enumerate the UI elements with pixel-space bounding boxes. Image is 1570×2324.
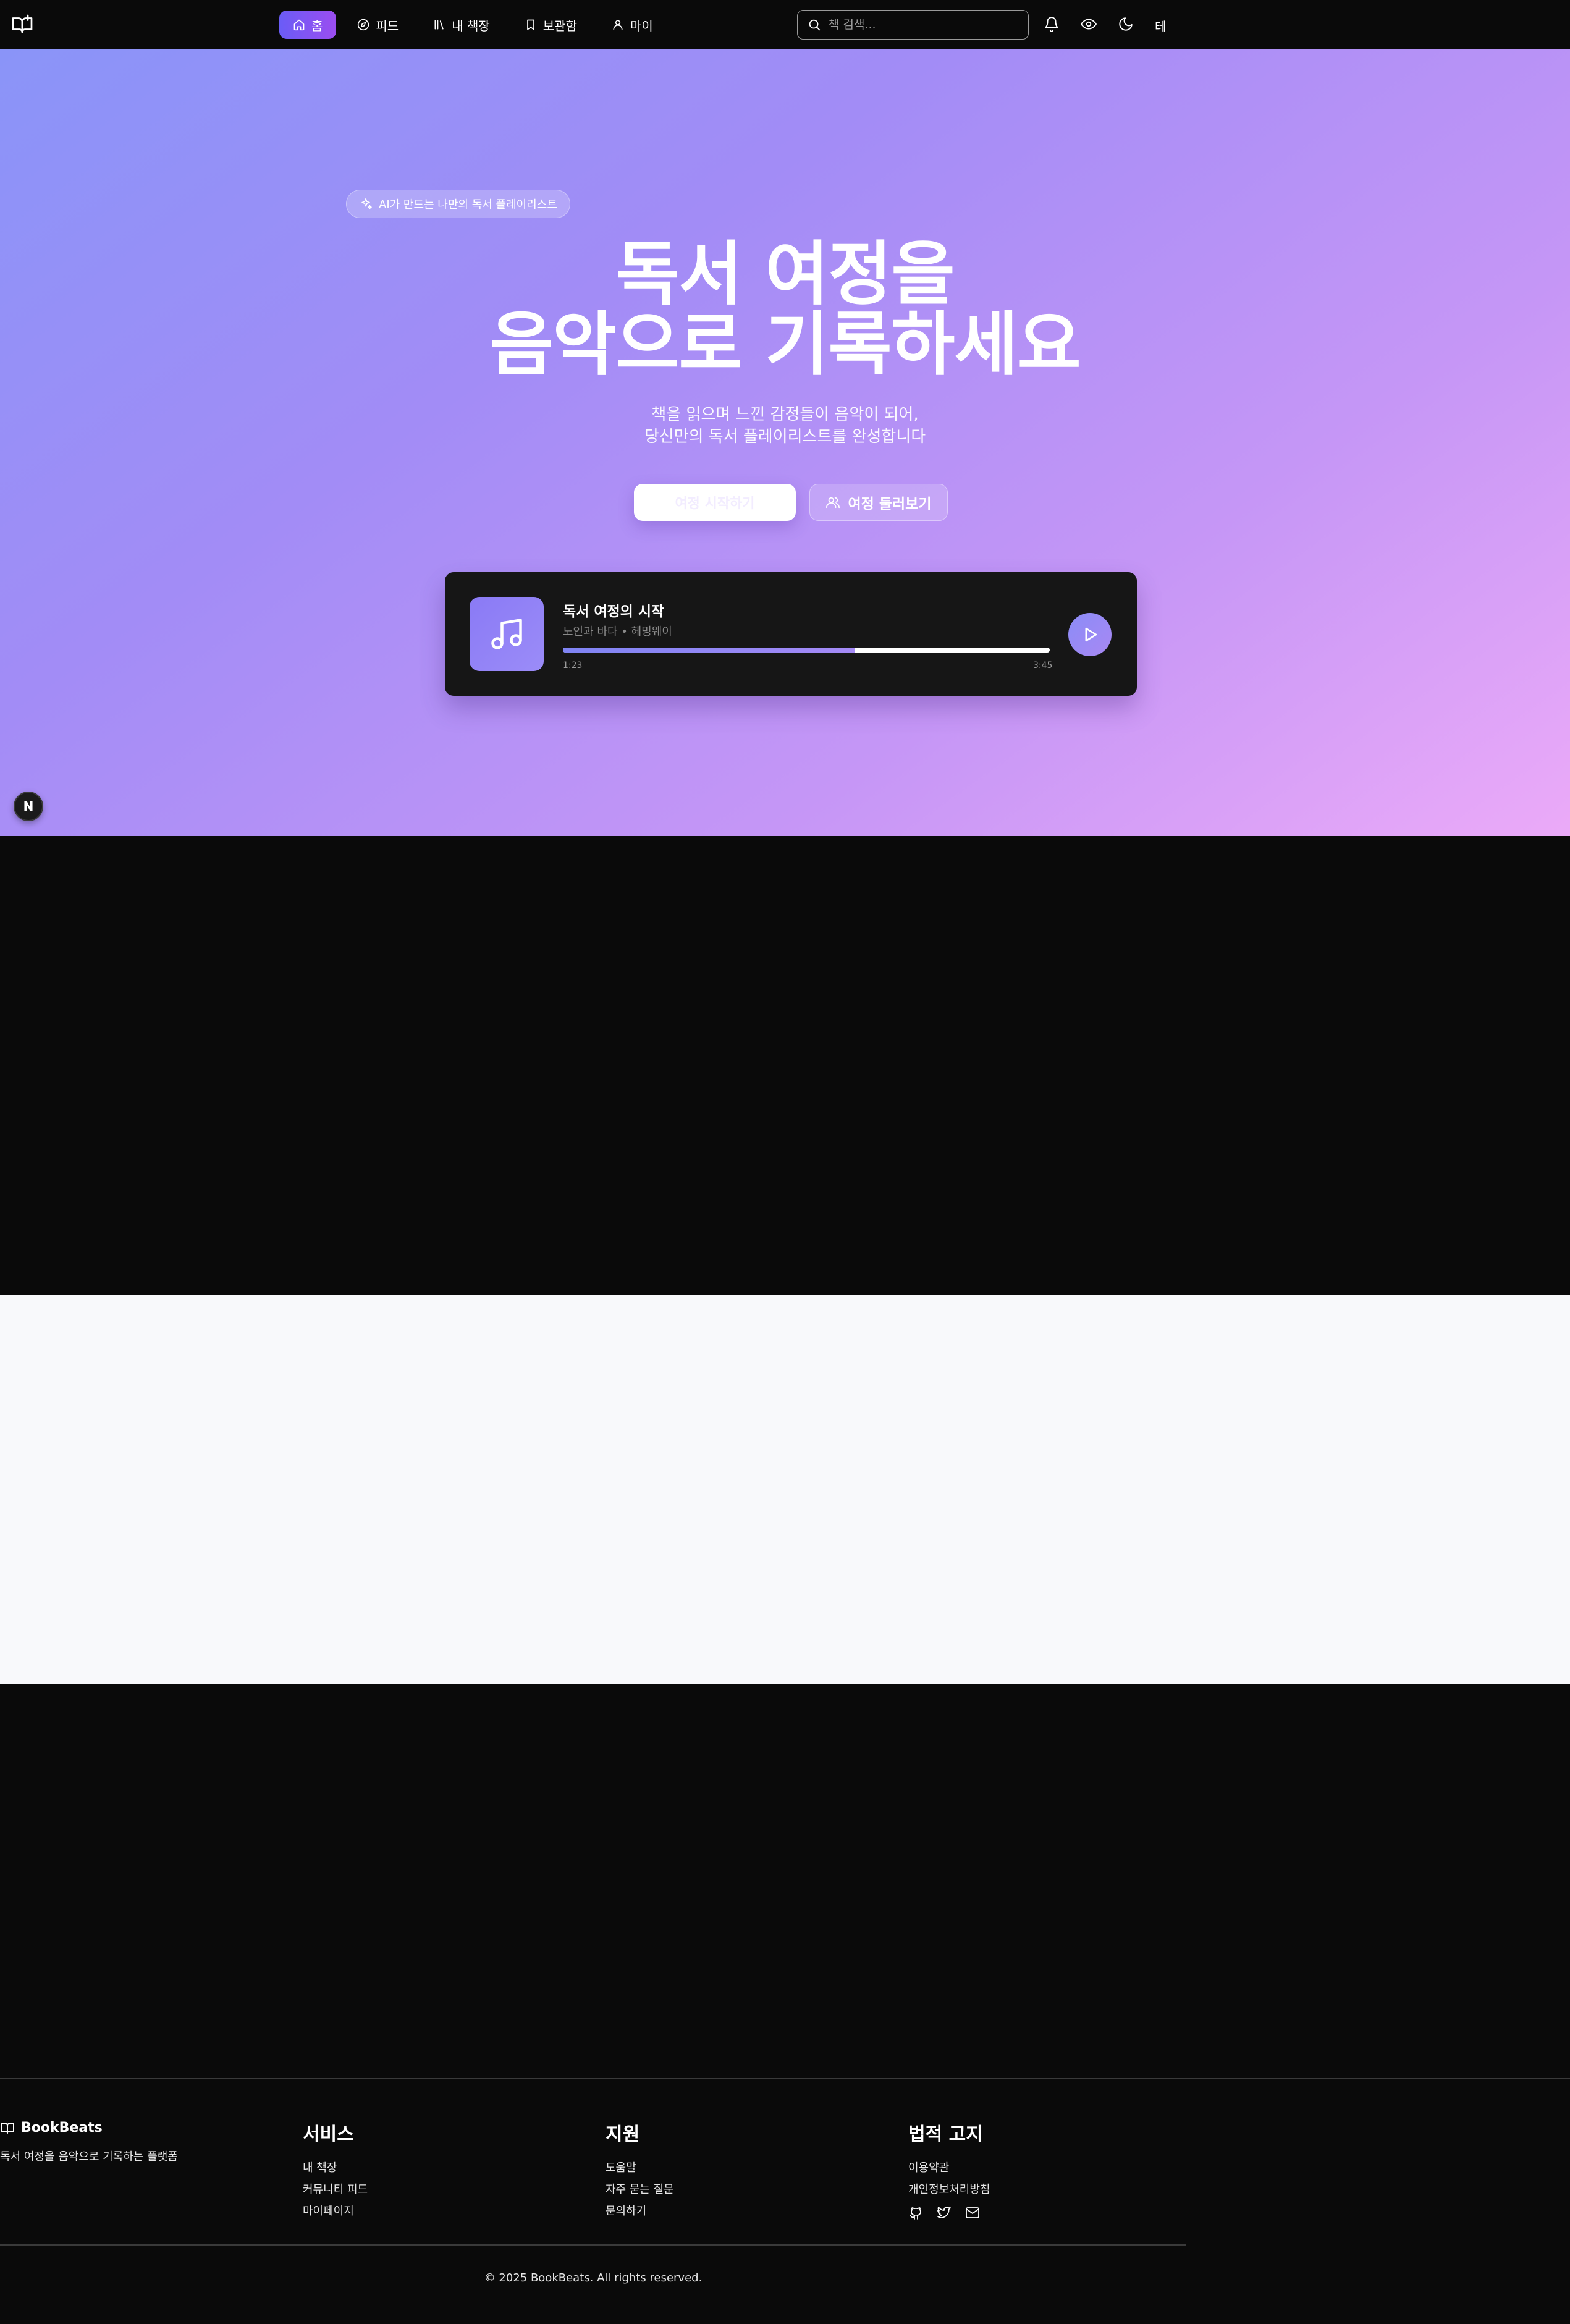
nav-my-label: 마이: [630, 18, 653, 33]
search-icon: [809, 19, 821, 31]
music-player-card: 독서 여정의 시작 노인과 바다 • 헤밍웨이 1:23 3:45: [445, 572, 1137, 696]
nav-my[interactable]: 마이: [598, 11, 667, 39]
nav-feed[interactable]: 피드: [344, 11, 412, 39]
start-journey-button[interactable]: 여정 시작하기: [634, 484, 796, 521]
footer-col-title: 서비스: [303, 2124, 354, 2145]
bookmark-icon: [526, 19, 534, 30]
content-section-light: [0, 1295, 1570, 1684]
footer-link-community-feed[interactable]: 커뮤니티 피드: [303, 2179, 368, 2200]
hero-title-line-2: 음악으로 기록하세요: [489, 305, 1081, 385]
album-art: [470, 597, 544, 671]
footer-link-privacy[interactable]: 개인정보처리방침: [908, 2179, 990, 2200]
book-open-icon: [1, 2122, 14, 2134]
start-journey-label: 여정 시작하기: [675, 496, 755, 512]
home-icon: [293, 19, 305, 31]
hero-subtitle-line-1: 책을 읽으며 느낀 감정들이 음악이 되어,: [651, 405, 919, 424]
hero-subtitle: 책을 읽으며 느낀 감정들이 음악이 되어, 당신만의 독서 플레이리스트를 완…: [0, 404, 1570, 448]
nav-home[interactable]: 홈: [279, 11, 337, 39]
nav-feed-label: 피드: [376, 18, 399, 33]
progress-bar[interactable]: [563, 648, 1050, 653]
content-section-dark: [0, 836, 1570, 1295]
current-time: 1:23: [563, 661, 583, 670]
user-icon: [613, 20, 623, 30]
track-meta: 노인과 바다 • 헤밍웨이: [563, 625, 672, 638]
sparkles-icon: [361, 198, 372, 209]
footer-brand-name: BookBeats: [21, 2120, 103, 2136]
footer-link-contact[interactable]: 문의하기: [606, 2200, 674, 2222]
hero-title-line-1: 독서 여정을: [615, 234, 955, 315]
music-note-icon: [491, 619, 522, 649]
hero-section: AI가 만드는 나만의 독서 플레이리스트 독서 여정을 음악으로 기록하세요 …: [0, 49, 1570, 836]
content-section-dark-2: [0, 1684, 1570, 2078]
footer-social-links: [908, 2205, 980, 2220]
nav-bookshelf[interactable]: 내 책장: [420, 11, 504, 39]
footer-col-service: 서비스 내 책장 커뮤니티 피드 마이페이지: [303, 2119, 368, 2222]
footer-link-bookshelf[interactable]: 내 책장: [303, 2157, 368, 2179]
github-icon[interactable]: [908, 2205, 923, 2220]
footer-col-support: 지원 도움말 자주 묻는 질문 문의하기: [606, 2119, 674, 2222]
footer-col-title: 지원: [606, 2124, 640, 2145]
play-button[interactable]: [1068, 613, 1112, 656]
footer-divider: [0, 2244, 1186, 2246]
moon-icon[interactable]: [1118, 16, 1134, 32]
library-icon: [434, 20, 444, 30]
book-logo-icon[interactable]: [11, 14, 33, 36]
explore-journeys-button[interactable]: 여정 둘러보기: [809, 484, 948, 521]
language-toggle[interactable]: 테: [1155, 17, 1166, 35]
top-nav-bar: 홈 피드 내 책장 보관함 마이 테: [0, 0, 1570, 49]
nav-home-label: 홈: [311, 18, 323, 33]
site-footer: BookBeats 독서 여정을 음악으로 기록하는 플랫폼 서비스 내 책장 …: [0, 2078, 1570, 2324]
footer-copyright: © 2025 BookBeats. All rights reserved.: [484, 2271, 703, 2284]
main-nav: 홈 피드 내 책장 보관함 마이: [279, 11, 667, 39]
compass-icon: [358, 19, 369, 31]
footer-brand[interactable]: BookBeats: [0, 2120, 103, 2136]
hero-title: 독서 여정을 음악으로 기록하세요: [0, 239, 1570, 380]
footer-description: 독서 여정을 음악으로 기록하는 플랫폼: [0, 2150, 178, 2163]
nav-archive[interactable]: 보관함: [511, 11, 591, 39]
search-input[interactable]: [829, 18, 1014, 32]
footer-link-mypage[interactable]: 마이페이지: [303, 2200, 368, 2222]
mail-icon[interactable]: [965, 2205, 980, 2220]
eye-icon[interactable]: [1081, 16, 1097, 32]
track-title: 독서 여정의 시작: [563, 604, 665, 620]
twitter-icon[interactable]: [937, 2205, 952, 2220]
users-icon: [825, 497, 840, 509]
footer-col-title: 법적 고지: [908, 2124, 983, 2145]
nav-bookshelf-label: 내 책장: [452, 18, 490, 33]
total-time: 3:45: [1033, 661, 1053, 670]
hero-badge: AI가 만드는 나만의 독서 플레이리스트: [346, 190, 570, 218]
progress-fill: [563, 648, 855, 653]
footer-col-legal: 법적 고지 이용약관 개인정보처리방침: [908, 2119, 990, 2200]
nav-archive-label: 보관함: [542, 18, 577, 33]
footer-link-faq[interactable]: 자주 묻는 질문: [606, 2179, 674, 2200]
hero-badge-text: AI가 만드는 나만의 독서 플레이리스트: [379, 198, 557, 211]
footer-link-help[interactable]: 도움말: [606, 2157, 674, 2179]
play-icon: [1085, 627, 1097, 642]
footer-link-terms[interactable]: 이용약관: [908, 2157, 990, 2179]
dev-tools-badge[interactable]: N: [14, 792, 43, 821]
explore-journeys-label: 여정 둘러보기: [848, 496, 932, 512]
hero-subtitle-line-2: 당신만의 독서 플레이리스트를 완성합니다: [644, 428, 926, 446]
bell-icon[interactable]: [1044, 16, 1060, 32]
search-box[interactable]: [797, 10, 1029, 40]
